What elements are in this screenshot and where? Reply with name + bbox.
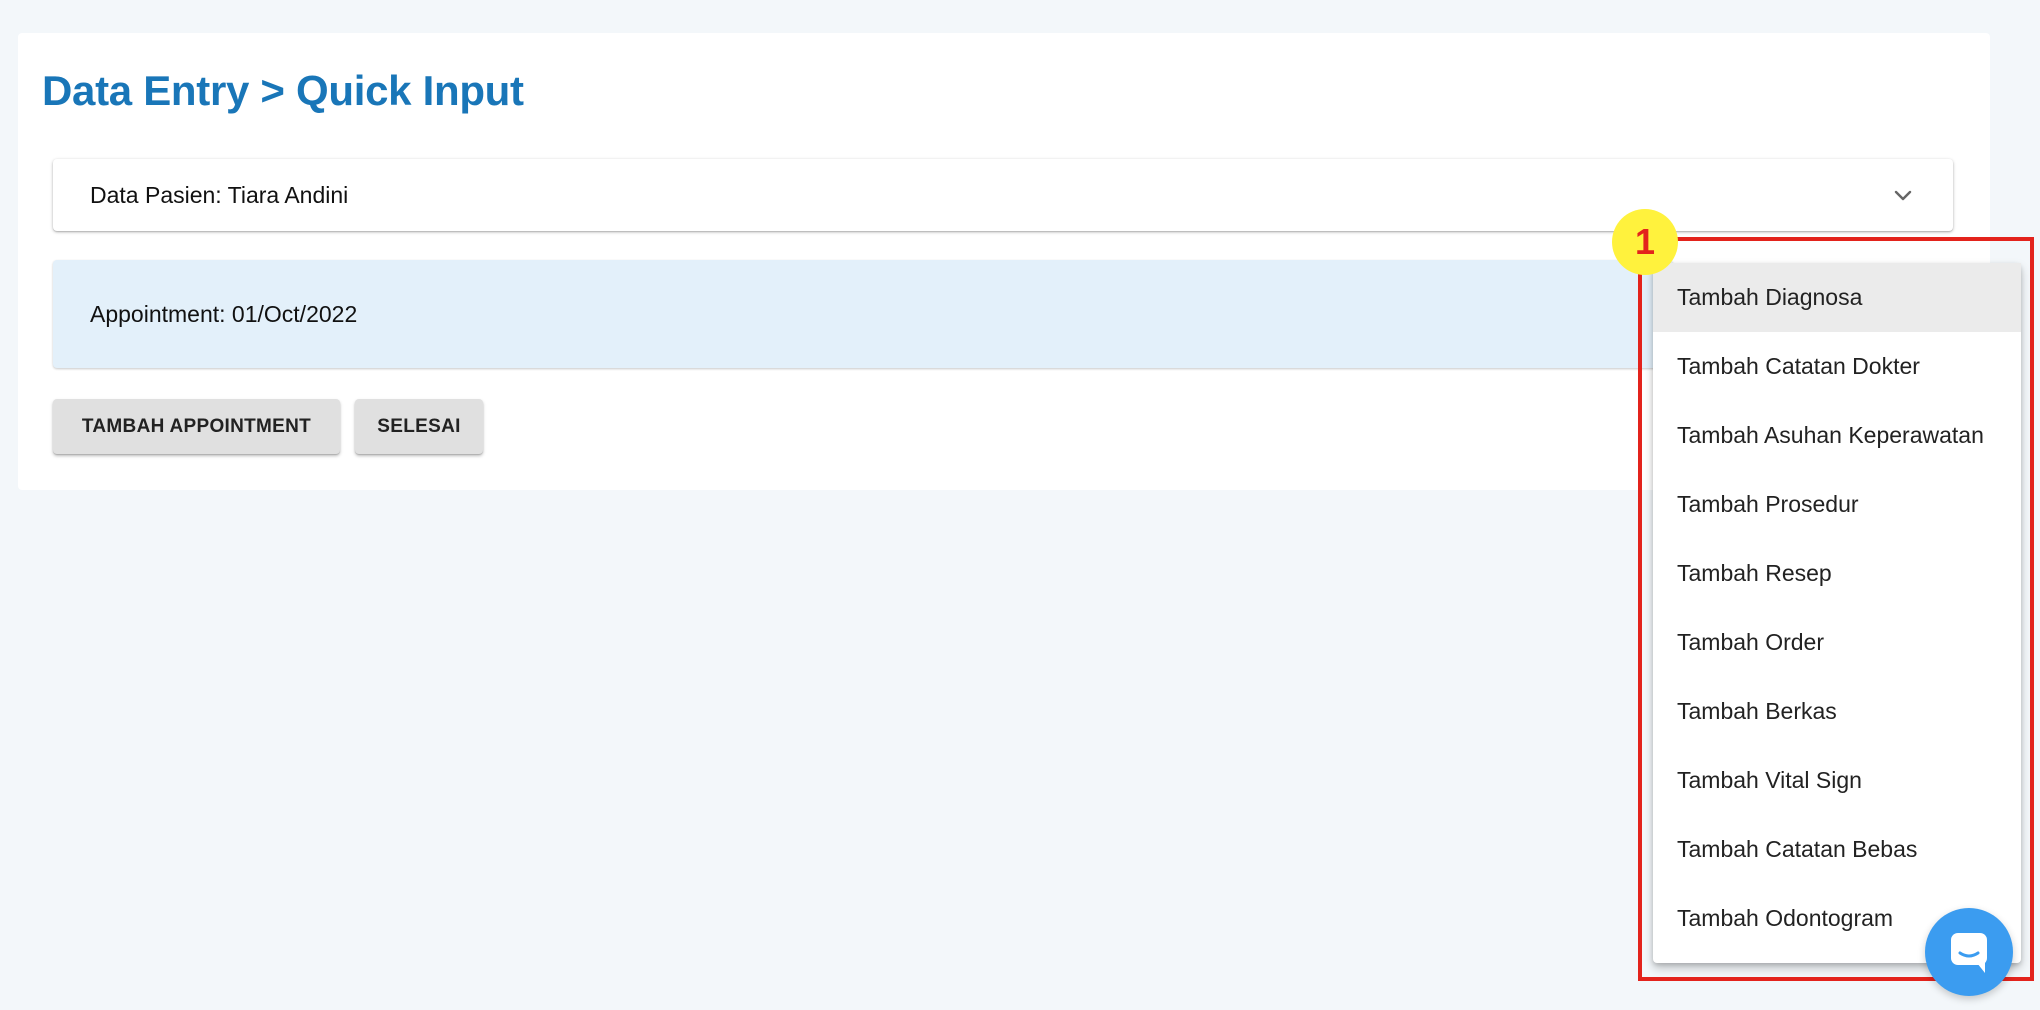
menu-item-tambah-catatan-bebas[interactable]: Tambah Catatan Bebas bbox=[1653, 815, 2021, 884]
chevron-down-icon[interactable] bbox=[1891, 183, 1915, 207]
menu-item-tambah-resep[interactable]: Tambah Resep bbox=[1653, 539, 2021, 608]
menu-item-tambah-order[interactable]: Tambah Order bbox=[1653, 608, 2021, 677]
chat-icon bbox=[1951, 933, 1987, 973]
menu-item-tambah-asuhan-keperawatan[interactable]: Tambah Asuhan Keperawatan bbox=[1653, 401, 2021, 470]
add-menu-dropdown: Tambah Diagnosa Tambah Catatan Dokter Ta… bbox=[1653, 263, 2021, 963]
page-title: Data Entry > Quick Input bbox=[42, 67, 524, 114]
finish-button[interactable]: SELESAI bbox=[355, 399, 483, 454]
appointment-panel[interactable]: Appointment: 01/Oct/2022 bbox=[53, 260, 1673, 368]
patient-data-label: Data Pasien: Tiara Andini bbox=[90, 182, 349, 208]
appointment-label: Appointment: 01/Oct/2022 bbox=[90, 301, 358, 327]
menu-item-tambah-prosedur[interactable]: Tambah Prosedur bbox=[1653, 470, 2021, 539]
annotation-marker: 1 bbox=[1612, 209, 1678, 275]
menu-item-tambah-vital-sign[interactable]: Tambah Vital Sign bbox=[1653, 746, 2021, 815]
add-appointment-button[interactable]: TAMBAH APPOINTMENT bbox=[53, 399, 340, 454]
menu-item-tambah-diagnosa[interactable]: Tambah Diagnosa bbox=[1653, 263, 2021, 332]
chat-launcher-button[interactable] bbox=[1925, 908, 2013, 996]
menu-item-tambah-catatan-dokter[interactable]: Tambah Catatan Dokter bbox=[1653, 332, 2021, 401]
menu-item-tambah-berkas[interactable]: Tambah Berkas bbox=[1653, 677, 2021, 746]
